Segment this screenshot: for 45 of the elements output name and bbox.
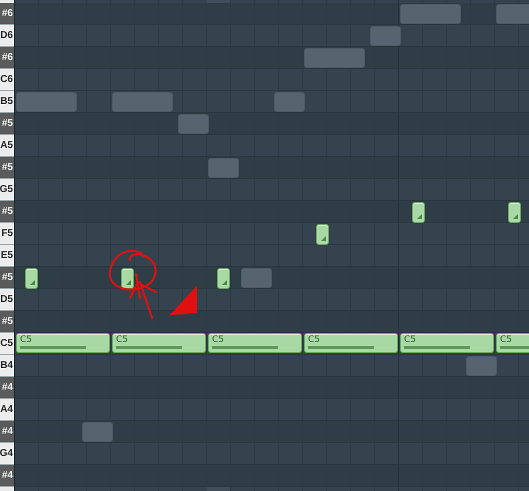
note-label: C5 [404, 335, 416, 345]
note[interactable]: C5 [496, 333, 529, 353]
ghost-note[interactable] [400, 4, 461, 24]
note[interactable] [217, 268, 230, 289]
piano-key[interactable]: #6 [0, 47, 14, 69]
note[interactable]: C5 [16, 333, 110, 353]
ghost-note[interactable] [274, 92, 305, 112]
ghost-note[interactable] [82, 422, 113, 442]
piano-key[interactable]: #5 [0, 267, 14, 289]
ghost-note[interactable] [466, 356, 497, 376]
triangle-icon [417, 214, 422, 219]
note-label: C5 [20, 335, 32, 345]
note[interactable]: C5 [304, 333, 398, 353]
note[interactable]: C5 [400, 333, 494, 353]
triangle-icon [513, 214, 518, 219]
note[interactable]: C5 [112, 333, 206, 353]
ghost-note[interactable] [208, 158, 239, 178]
note[interactable] [121, 268, 134, 289]
note-label: C5 [212, 335, 224, 345]
piano-key[interactable]: #5 [0, 201, 14, 223]
ghost-note[interactable] [370, 26, 401, 46]
piano-key[interactable]: #4 [0, 377, 14, 399]
note-label: C5 [116, 335, 128, 345]
triangle-icon [321, 236, 326, 241]
note[interactable] [508, 202, 521, 223]
note[interactable] [412, 202, 425, 223]
note[interactable] [25, 268, 38, 289]
piano-key[interactable]: #4 [0, 465, 14, 487]
ghost-note[interactable] [304, 48, 365, 68]
note[interactable]: C5 [208, 333, 302, 353]
note-label: C5 [308, 335, 320, 345]
piano-key[interactable]: #6 [0, 3, 14, 25]
ghost-note[interactable] [241, 268, 272, 288]
triangle-icon [30, 280, 35, 285]
triangle-icon [126, 280, 131, 285]
note[interactable] [316, 224, 329, 245]
ghost-note[interactable] [16, 92, 77, 112]
ghost-note[interactable] [112, 92, 173, 112]
piano-key[interactable]: #5 [0, 157, 14, 179]
note-label: C5 [500, 335, 512, 345]
piano-key[interactable]: #4 [0, 421, 14, 443]
piano-key[interactable]: #5 [0, 311, 14, 333]
triangle-icon [222, 280, 227, 285]
piano-key[interactable]: #5 [0, 113, 14, 135]
ghost-note[interactable] [178, 114, 209, 134]
